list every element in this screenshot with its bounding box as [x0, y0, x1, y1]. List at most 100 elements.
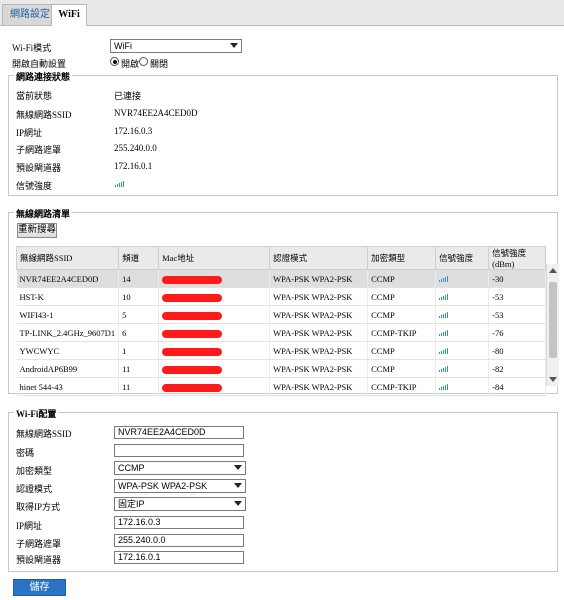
col-signal[interactable]: 信號強度 — [435, 246, 490, 270]
cell-ssid: YWCWYC — [16, 341, 120, 360]
table-row[interactable]: hinet 544-43 11 WPA-PSK WPA2-PSK CCMP-TKIP -… — [16, 377, 546, 396]
ip-label: IP網址 — [16, 128, 43, 138]
col-auth[interactable]: 認證模式 — [269, 246, 369, 270]
cell-signal — [435, 269, 490, 288]
cell-enc: CCMP — [367, 341, 437, 360]
mac-redaction-mark — [162, 329, 223, 338]
config-enc-select[interactable]: CCMP — [114, 461, 246, 475]
auto-scan-off-label: 關閉 — [150, 59, 169, 69]
cell-signal — [435, 305, 490, 324]
cell-channel: 6 — [118, 323, 160, 342]
refresh-button[interactable]: 重新搜尋 — [17, 223, 57, 238]
table-row[interactable]: TP-LINK_2.4GHz_9607D1 6 WPA-PSK WPA2-PSK CC… — [16, 323, 546, 342]
cell-ssid: WIFI43-1 — [16, 305, 120, 324]
table-row[interactable]: HST-K 10 WPA-PSK WPA2-PSK CCMP -53 — [16, 287, 546, 306]
mask-value: 255.240.0.0 — [114, 143, 157, 153]
wifi-signal-icon — [439, 383, 449, 390]
mac-redaction-mark — [162, 347, 223, 356]
status-label: 當前狀態 — [16, 91, 53, 101]
table-row[interactable]: WIFI43-1 5 WPA-PSK WPA2-PSK CCMP -53 — [16, 305, 546, 324]
mac-redaction-mark — [162, 365, 223, 374]
cell-channel: 1 — [118, 341, 160, 360]
mac-redaction-mark — [162, 311, 223, 320]
cell-signal — [435, 341, 490, 360]
scroll-down-icon[interactable] — [549, 377, 557, 382]
scroll-up-icon[interactable] — [549, 268, 557, 273]
config-password-label: 密碼 — [16, 448, 35, 458]
config-password-input[interactable] — [114, 444, 244, 457]
cell-dbm: -53 — [488, 305, 546, 324]
col-channel[interactable]: 頻道 — [118, 246, 160, 270]
config-ssid-input[interactable]: NVR74EE2A4CED0D — [114, 426, 244, 439]
tab-wifi[interactable]: WiFi — [51, 4, 87, 26]
wifi-config-section — [8, 412, 558, 572]
cell-mac — [158, 269, 271, 288]
cell-signal — [435, 323, 490, 342]
cell-enc: CCMP — [367, 287, 437, 306]
cell-enc: CCMP-TKIP — [367, 377, 437, 396]
cell-auth: WPA-PSK WPA2-PSK — [269, 269, 369, 288]
cell-dbm: -76 — [488, 323, 546, 342]
mask-label: 子網路遮罩 — [16, 145, 62, 155]
scroll-thumb[interactable] — [549, 282, 557, 358]
col-ssid[interactable]: 無線網路SSID — [15, 246, 120, 270]
mac-redaction-mark — [162, 293, 223, 302]
status-value: 已連接 — [114, 91, 142, 101]
signal-label: 信號強度 — [16, 181, 53, 191]
cell-auth: WPA-PSK WPA2-PSK — [269, 341, 369, 360]
wifi-mode-select[interactable]: WiFi — [110, 39, 242, 53]
config-ipmode-select[interactable]: 固定IP — [114, 497, 246, 511]
wifi-mode-value: WiFi — [114, 41, 132, 51]
cell-channel: 11 — [118, 377, 160, 396]
cell-dbm: -53 — [488, 287, 546, 306]
table-row[interactable]: AndroidAP6B99 11 WPA-PSK WPA2-PSK CCMP -82 — [16, 359, 546, 378]
cell-channel: 14 — [118, 269, 160, 288]
auto-scan-off-radio[interactable] — [139, 57, 148, 66]
save-button[interactable]: 儲存 — [13, 579, 66, 596]
cell-enc: CCMP — [367, 269, 437, 288]
config-ipmode-value: 固定IP — [118, 499, 145, 509]
table-row[interactable]: YWCWYC 1 WPA-PSK WPA2-PSK CCMP -80 — [16, 341, 546, 360]
col-dbm[interactable]: 信號強度(dBm) — [488, 246, 546, 270]
cell-dbm: -80 — [488, 341, 546, 360]
cell-ssid: hinet 544-43 — [16, 377, 120, 396]
config-gateway-input[interactable]: 172.16.0.1 — [114, 551, 244, 564]
ssid-label: 無線網路SSID — [16, 110, 72, 120]
wifi-signal-icon — [439, 365, 449, 372]
col-mac[interactable]: Mac地址 — [158, 246, 271, 270]
config-enc-label: 加密類型 — [16, 466, 53, 476]
chevron-down-icon — [234, 501, 242, 506]
chevron-down-icon — [234, 483, 242, 488]
cell-signal — [435, 377, 490, 396]
config-enc-value: CCMP — [118, 463, 145, 473]
config-auth-select[interactable]: WPA-PSK WPA2-PSK — [114, 479, 246, 493]
cell-ssid: NVR74EE2A4CED0D — [16, 269, 120, 288]
cell-ssid: HST-K — [16, 287, 120, 306]
tab-network-settings[interactable]: 網路設定 — [2, 4, 58, 25]
gateway-label: 預設閘道器 — [16, 163, 62, 173]
cell-mac — [158, 287, 271, 306]
wifi-mode-label: Wi-Fi模式 — [12, 43, 52, 53]
col-enc[interactable]: 加密類型 — [367, 246, 437, 270]
auto-scan-on-radio[interactable] — [110, 57, 119, 66]
ssid-value: NVR74EE2A4CED0D — [114, 108, 198, 118]
cell-mac — [158, 377, 271, 396]
cell-auth: WPA-PSK WPA2-PSK — [269, 287, 369, 306]
cell-ssid: TP-LINK_2.4GHz_9607D1 — [16, 323, 120, 342]
network-status-section — [8, 75, 558, 196]
table-row[interactable]: NVR74EE2A4CED0D 14 WPA-PSK WPA2-PSK CCMP -30 — [16, 269, 546, 288]
cell-dbm: -84 — [488, 377, 546, 396]
cell-signal — [435, 359, 490, 378]
config-mask-input[interactable]: 255.240.0.0 — [114, 534, 244, 547]
wifi-signal-icon — [439, 329, 449, 336]
cell-channel: 11 — [118, 359, 160, 378]
config-ipmode-label: 取得IP方式 — [16, 502, 61, 512]
gateway-value: 172.16.0.1 — [114, 161, 153, 171]
cell-auth: WPA-PSK WPA2-PSK — [269, 323, 369, 342]
config-gateway-label: 預設閘道器 — [16, 555, 62, 565]
cell-mac — [158, 341, 271, 360]
network-list-scrollbar[interactable] — [546, 264, 559, 386]
config-ip-input[interactable]: 172.16.0.3 — [114, 516, 244, 529]
cell-channel: 5 — [118, 305, 160, 324]
config-mask-label: 子網路遮罩 — [16, 539, 62, 549]
